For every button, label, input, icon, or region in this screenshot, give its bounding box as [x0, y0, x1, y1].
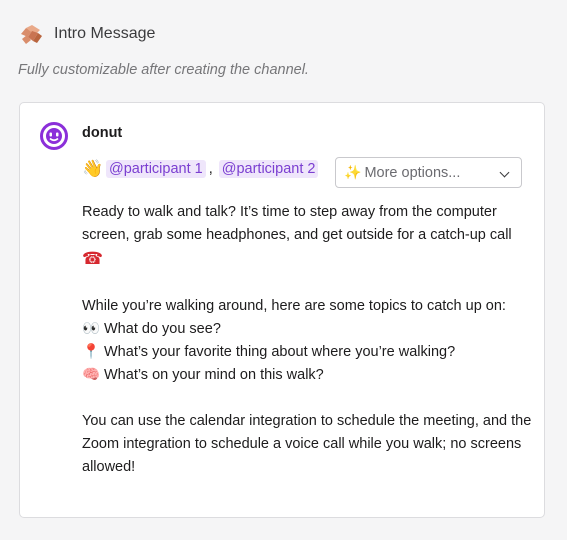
- message-paragraph-3: You can use the calendar integration to …: [82, 413, 532, 475]
- mention-separator: ,: [208, 161, 213, 177]
- more-options-select[interactable]: ✨ More options...: [335, 157, 522, 188]
- mention-participant-2[interactable]: @participant 2: [218, 160, 319, 178]
- intro-message-header: Intro Message: [18, 20, 155, 48]
- topic-text: What’s your favorite thing about where y…: [104, 344, 456, 360]
- telephone-icon: ☎: [82, 249, 104, 268]
- topic-item: 🧠 What’s on your mind on this walk?: [82, 364, 532, 387]
- wave-icon: 👋: [82, 159, 104, 178]
- mention-participant-1[interactable]: @participant 1: [106, 160, 206, 178]
- sparkles-icon: ✨: [344, 164, 362, 180]
- more-options-label: More options...: [364, 164, 461, 181]
- paragraph-1-text: Ready to walk and talk? It’s time to ste…: [82, 204, 512, 243]
- pin-icon: 📍: [82, 344, 101, 360]
- sender-name: donut: [82, 125, 123, 141]
- subtitle: Fully customizable after creating the ch…: [18, 62, 309, 78]
- eyes-icon: 👀: [82, 321, 101, 337]
- topic-text: What’s on your mind on this walk?: [104, 367, 324, 383]
- handshake-icon: [18, 21, 44, 47]
- message-paragraph-1: Ready to walk and talk? It’s time to ste…: [82, 201, 532, 272]
- donut-avatar-icon: [40, 122, 68, 150]
- topic-text: What do you see?: [104, 321, 221, 337]
- topic-item: 👀 What do you see?: [82, 318, 532, 341]
- brain-icon: 🧠: [82, 367, 101, 383]
- chevron-down-icon: [499, 167, 510, 178]
- message-body: Ready to walk and talk? It’s time to ste…: [82, 201, 532, 479]
- mention-row: 👋 @participant 1 , @participant 2: [82, 158, 319, 180]
- topics-intro: While you’re walking around, here are so…: [82, 298, 506, 314]
- message-preview-card: donut 👋 @participant 1 , @participant 2 …: [19, 102, 545, 518]
- page-title: Intro Message: [54, 25, 156, 42]
- topic-item: 📍 What’s your favorite thing about where …: [82, 341, 532, 364]
